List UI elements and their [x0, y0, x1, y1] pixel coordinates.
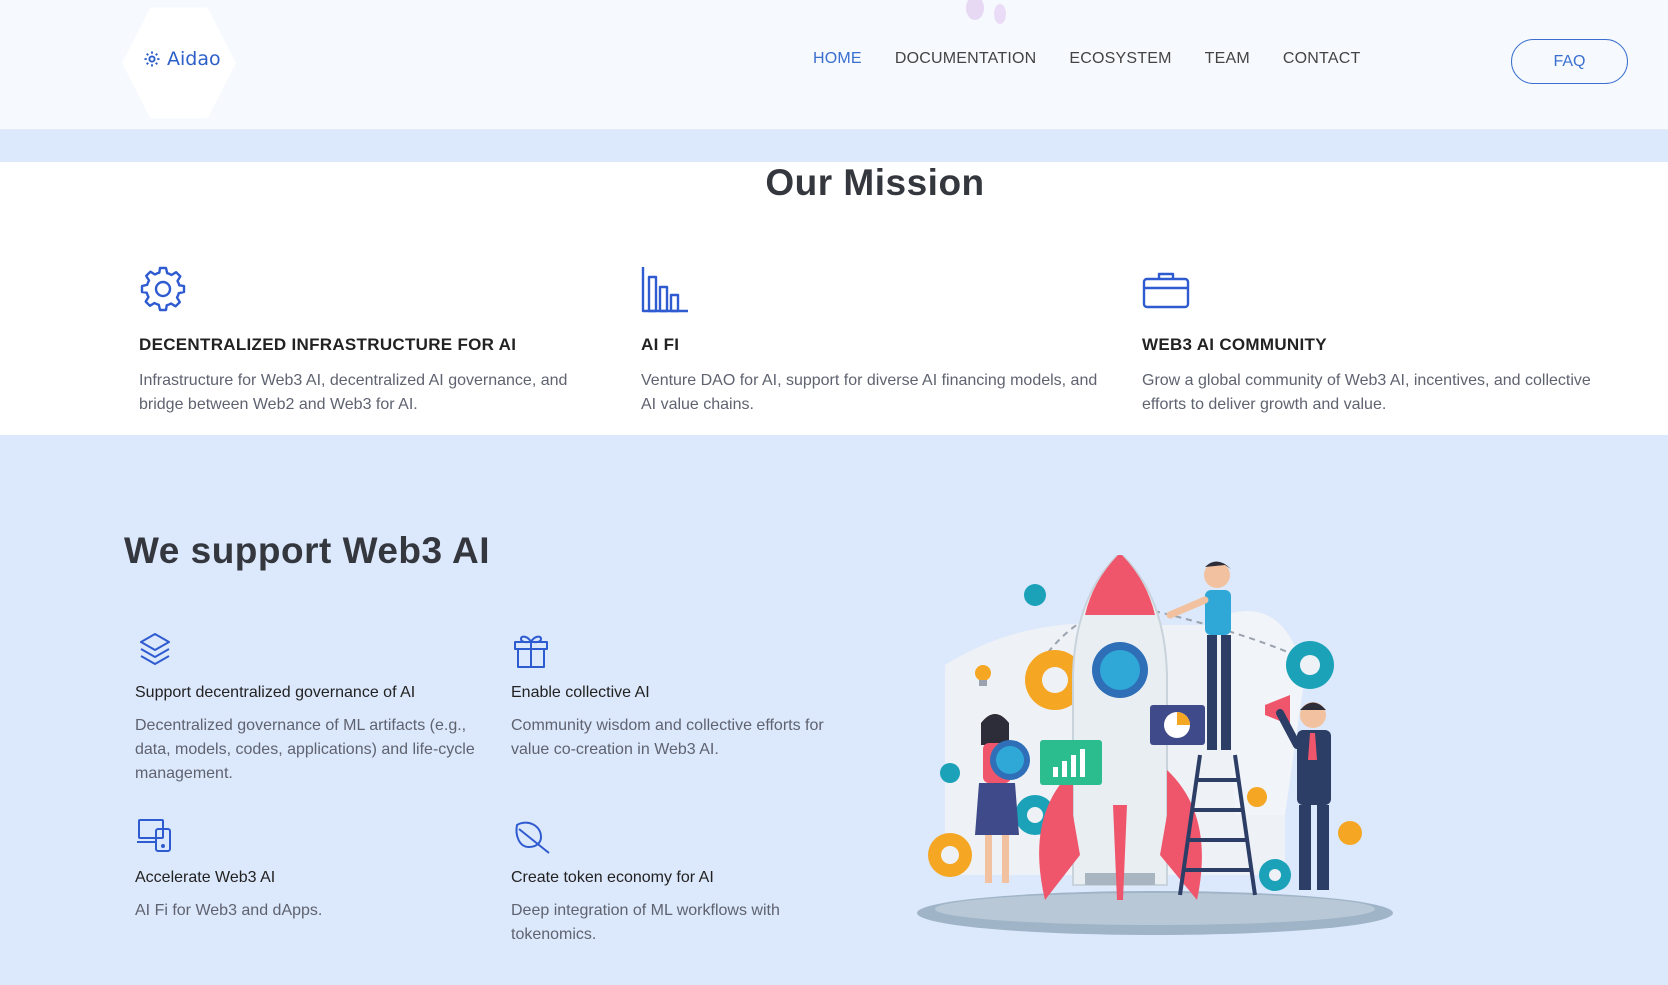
briefcase-icon [1142, 265, 1612, 313]
mission-card-title: AI FI [641, 335, 680, 354]
faq-button[interactable]: FAQ [1511, 39, 1628, 84]
header-divider-band [0, 130, 1668, 162]
mission-card-aifi: AI FI Venture DAO for AI, support for di… [641, 265, 1111, 417]
nav-ecosystem[interactable]: ECOSYSTEM [1069, 50, 1171, 68]
decorative-blur [966, 0, 1006, 24]
support-card-title: Enable collective AI [511, 684, 650, 701]
support-card-title: Create token economy for AI [511, 869, 714, 886]
gift-icon [511, 630, 861, 670]
support-card-accelerate: Accelerate Web3 AI AI Fi for Web3 and dA… [135, 815, 485, 923]
mission-card-text: Infrastructure for Web3 AI, decentralize… [139, 372, 568, 413]
layers-icon [135, 630, 485, 670]
support-card-governance: Support decentralized governance of AI D… [135, 630, 485, 786]
support-card-text: Community wisdom and collective efforts … [511, 717, 824, 758]
nav-team[interactable]: TEAM [1205, 50, 1250, 68]
support-card-title: Accelerate Web3 AI [135, 869, 276, 886]
support-title: We support Web3 AI [124, 530, 491, 571]
rocket-illustration [917, 555, 1393, 935]
mission-card-infrastructure: DECENTRALIZED INFRASTRUCTURE FOR AI Infr… [139, 265, 609, 417]
support-card-text: Decentralized governance of ML artifacts… [135, 717, 475, 782]
mission-card-title: DECENTRALIZED INFRASTRUCTURE FOR AI [139, 335, 517, 354]
nav-contact[interactable]: CONTACT [1283, 50, 1361, 68]
main-nav: HOME DOCUMENTATION ECOSYSTEM TEAM CONTAC… [813, 50, 1393, 68]
mission-card-text: Venture DAO for AI, support for diverse … [641, 372, 1098, 413]
leaf-icon [511, 815, 861, 855]
logo[interactable]: Aidao [143, 48, 221, 70]
support-card-title: Support decentralized governance of AI [135, 684, 416, 701]
gear-icon [139, 265, 609, 313]
nav-documentation[interactable]: DOCUMENTATION [895, 50, 1037, 68]
support-card-text: AI Fi for Web3 and dApps. [135, 902, 323, 919]
mission-card-title: WEB3 AI COMMUNITY [1142, 335, 1327, 354]
support-card-text: Deep integration of ML workflows with to… [511, 902, 780, 943]
support-card-token: Create token economy for AI Deep integra… [511, 815, 861, 947]
support-section: We support Web3 AI Support decentralized… [0, 435, 1668, 985]
nav-home[interactable]: HOME [813, 50, 862, 68]
devices-icon [135, 815, 485, 855]
bar-chart-icon [641, 265, 1111, 313]
site-header: Aidao HOME DOCUMENTATION ECOSYSTEM TEAM … [0, 0, 1668, 130]
mission-title: Our Mission [765, 162, 985, 203]
logo-gear-icon [144, 51, 160, 67]
support-card-collective: Enable collective AI Community wisdom an… [511, 630, 861, 762]
mission-card-community: WEB3 AI COMMUNITY Grow a global communit… [1142, 265, 1612, 417]
logo-text: Aidao [167, 48, 221, 70]
mission-section: Our Mission DECENTRALIZED INFRASTRUCTURE… [0, 162, 1668, 435]
mission-card-text: Grow a global community of Web3 AI, ince… [1142, 372, 1591, 413]
